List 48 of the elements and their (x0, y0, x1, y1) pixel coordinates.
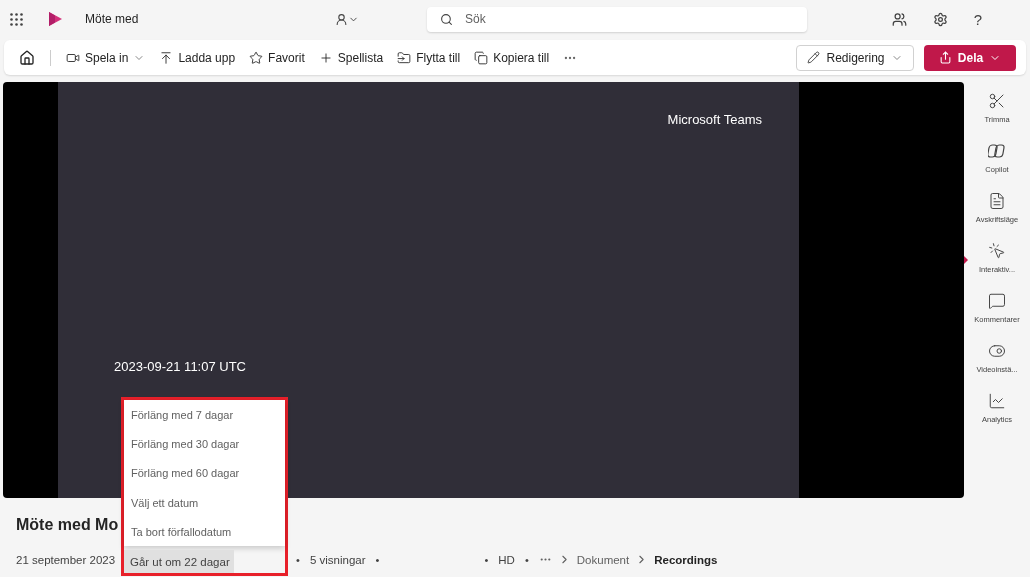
menu-item[interactable]: Förläng med 30 dagar (124, 429, 285, 459)
expiry-button[interactable]: Går ut om 22 dagar (124, 550, 234, 574)
separator-dot: • (484, 553, 489, 566)
search-field[interactable]: Sök (427, 6, 807, 32)
separator-dot: • (524, 553, 529, 566)
share-button[interactable]: Dela (924, 44, 1016, 71)
app-logo-icon (47, 11, 63, 27)
copy-icon (474, 50, 489, 65)
video-brand-text: Microsoft Teams (667, 112, 762, 127)
folder-icon (397, 50, 412, 65)
document-title: Möte med (85, 12, 140, 26)
menu-item[interactable]: Förläng med 60 dagar (124, 458, 285, 488)
star-icon (249, 50, 264, 65)
help-icon[interactable]: ? (973, 10, 982, 28)
menu-item[interactable]: Ta bort förfallodatum (124, 517, 285, 547)
date-text: 21 september 2023 (16, 553, 116, 566)
toolbar-button[interactable]: Ladda upp (154, 46, 241, 69)
menu-item[interactable]: Förläng med 7 dagar (124, 400, 285, 430)
meta-text: HD (498, 553, 515, 566)
app-launcher-icon[interactable] (10, 12, 23, 26)
settings-icon[interactable] (932, 11, 948, 27)
toggle-icon (988, 342, 1006, 360)
search-icon (440, 12, 453, 26)
toolbar-button[interactable]: Flytta till (392, 46, 466, 69)
breadcrumb-link[interactable]: Recordings (654, 553, 718, 566)
toolbar-button[interactable]: Spela in (61, 46, 151, 69)
separator-dot: • (296, 553, 300, 566)
menu-item[interactable]: Välj ett datum (124, 487, 285, 518)
home-icon (19, 49, 35, 66)
separator-dot: • (375, 553, 380, 566)
share-icon (938, 51, 952, 64)
comment-icon (988, 292, 1006, 310)
transcript-icon (988, 192, 1006, 210)
pointer-click-icon (988, 242, 1006, 260)
upload-icon (159, 50, 174, 65)
toolbar-button[interactable]: Kopiera till (469, 46, 555, 69)
video-title: Möte med Mo (16, 516, 119, 535)
video-timestamp: 2023-09-21 11:07 UTC (114, 359, 247, 374)
pencil-icon (807, 51, 821, 64)
breadcrumb-link[interactable]: Dokument (576, 553, 630, 566)
scissors-icon (988, 92, 1006, 110)
plus-icon (318, 50, 333, 65)
copilot-icon (988, 142, 1006, 160)
line-chart-icon (988, 392, 1006, 410)
toolbar-button[interactable]: Spellista (313, 46, 389, 69)
meta-text: 5 visningar (309, 553, 366, 566)
editing-button[interactable]: Redigering (796, 44, 914, 71)
toolbar-button[interactable]: Favorit (244, 46, 310, 69)
